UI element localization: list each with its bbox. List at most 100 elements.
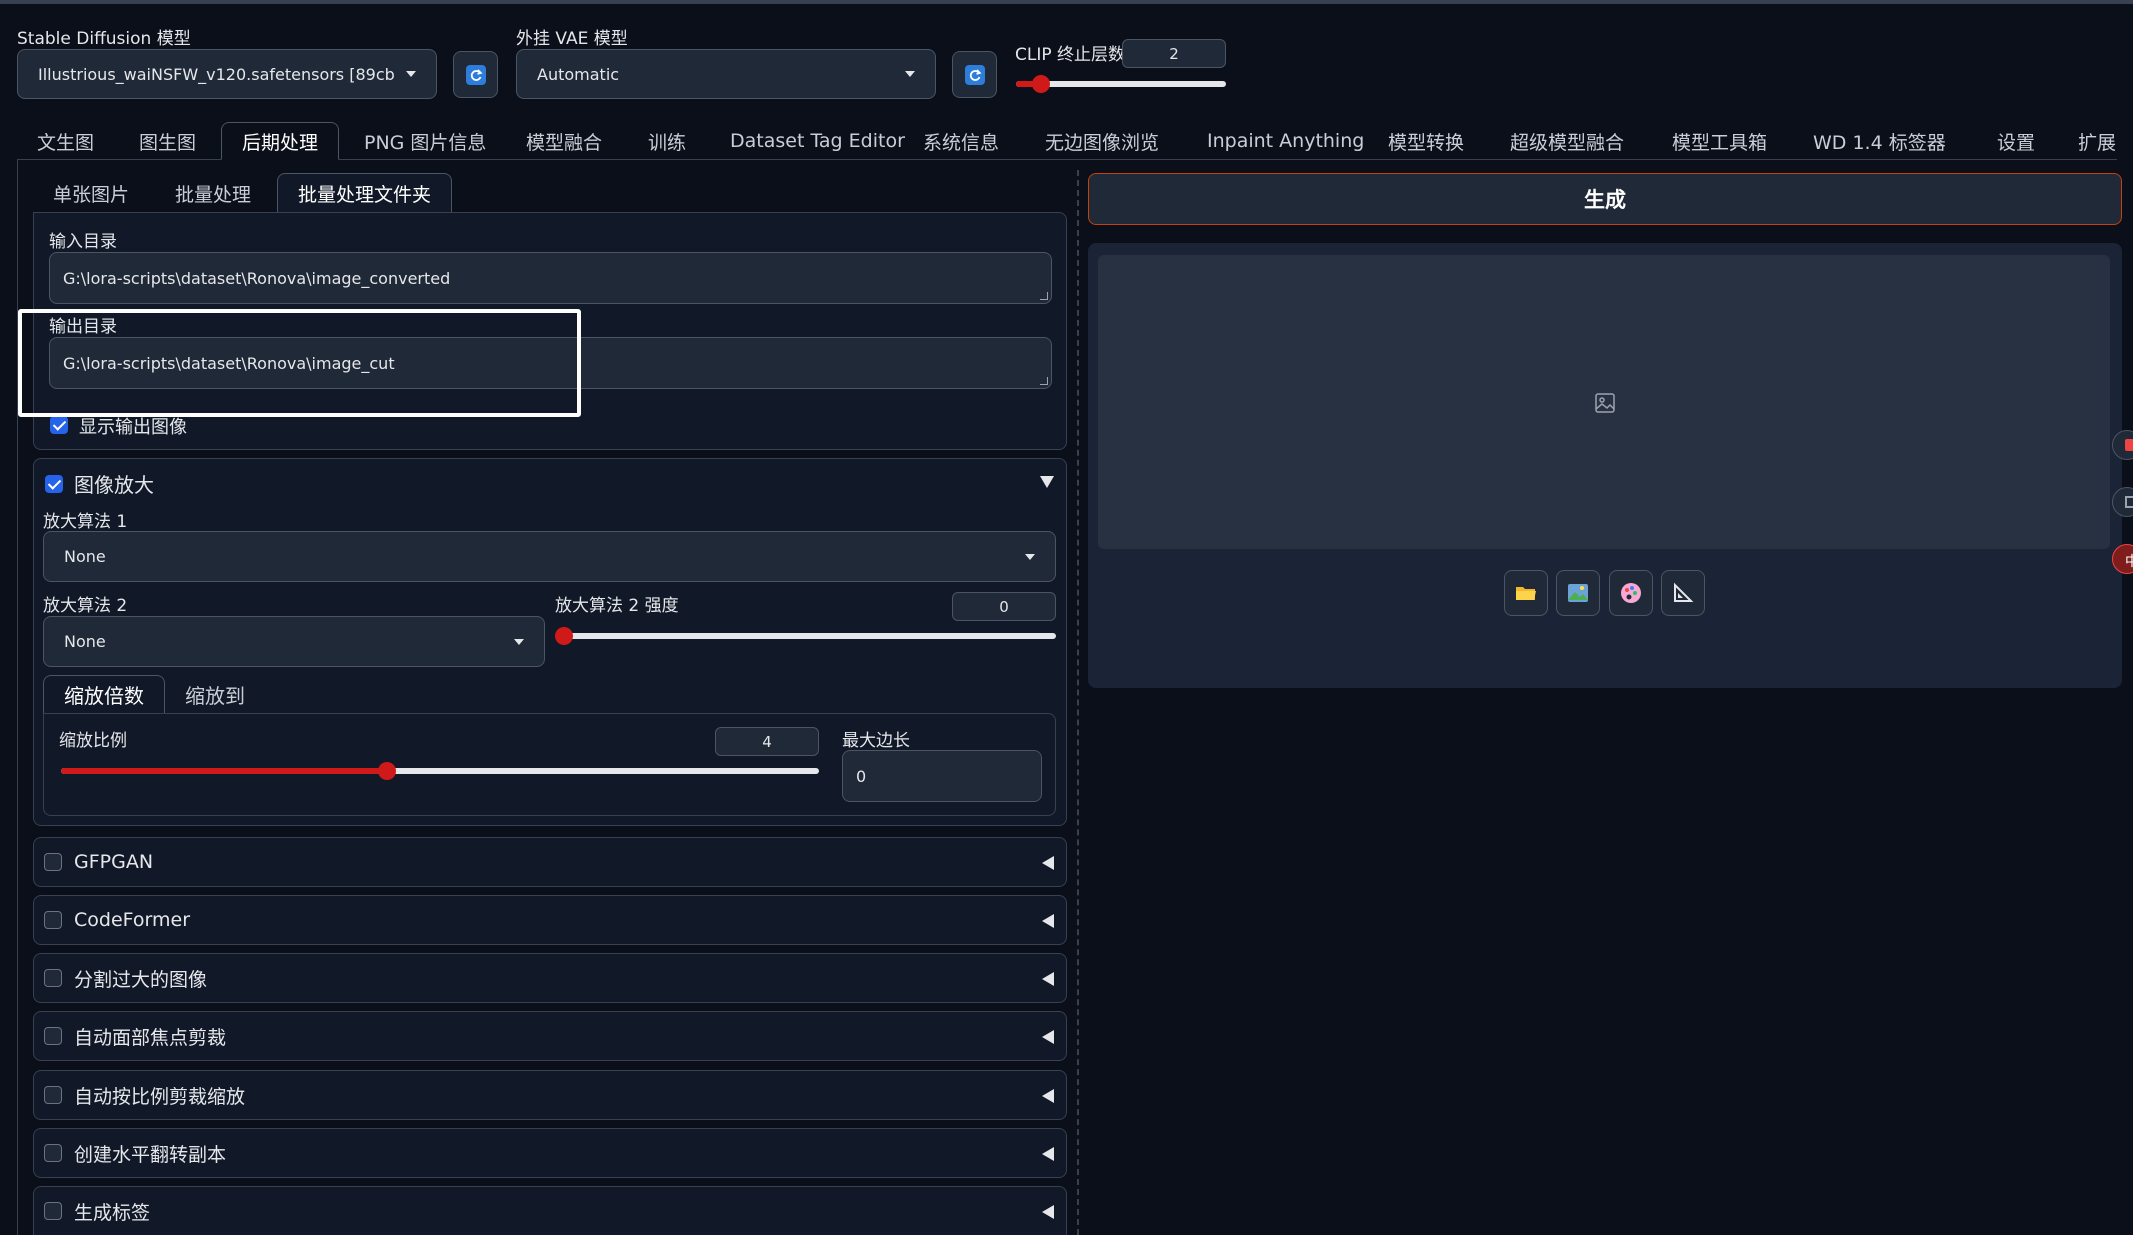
picture-icon bbox=[1568, 584, 1588, 602]
scale-ratio-slider[interactable] bbox=[61, 762, 819, 780]
generate-button[interactable]: 生成 bbox=[1088, 173, 2122, 225]
chinese-input-icon: 中 bbox=[2125, 554, 2133, 570]
tab-dataset-tag-editor[interactable]: Dataset Tag Editor bbox=[710, 122, 925, 160]
sd-model-refresh-button[interactable] bbox=[453, 51, 498, 98]
triangle-ruler-icon bbox=[1674, 582, 1694, 602]
tab-png-info[interactable]: PNG 图片信息 bbox=[344, 122, 506, 160]
codeformer-checkbox[interactable] bbox=[44, 911, 62, 929]
expand-triangle-icon[interactable] bbox=[1042, 1089, 1054, 1103]
subtab-batch-process[interactable]: 批量处理 bbox=[155, 173, 271, 213]
auto-size-crop-checkbox[interactable] bbox=[44, 1086, 62, 1104]
sd-model-dropdown[interactable]: Illustrious_waiNSFW_v120.safetensors [89… bbox=[17, 49, 437, 99]
accordion-auto-size-crop[interactable]: 自动按比例剪裁缩放 bbox=[33, 1070, 1067, 1120]
palette-icon bbox=[1621, 583, 1641, 603]
accordion-gfpgan[interactable]: GFPGAN bbox=[33, 837, 1067, 887]
upscaler1-dropdown[interactable]: None bbox=[43, 531, 1056, 582]
send-to-extras-button[interactable] bbox=[1661, 570, 1705, 616]
upscale-panel: 图像放大 放大算法 1 None 放大算法 2 None 放大算法 2 强度 0… bbox=[33, 458, 1067, 826]
tab-inpaint-anything[interactable]: Inpaint Anything bbox=[1187, 122, 1384, 160]
expand-triangle-icon[interactable] bbox=[1042, 1147, 1054, 1161]
accordion-split-oversized[interactable]: 分割过大的图像 bbox=[33, 953, 1067, 1003]
tab-scale-by[interactable]: 缩放倍数 bbox=[43, 675, 165, 714]
input-dir-field[interactable]: G:\lora-scripts\dataset\Ronova\image_con… bbox=[49, 252, 1052, 304]
send-to-inpaint-button[interactable] bbox=[1609, 570, 1653, 616]
output-gallery-panel bbox=[1088, 243, 2122, 688]
resize-handle-icon[interactable] bbox=[1040, 292, 1048, 300]
tab-system-info[interactable]: 系统信息 bbox=[903, 122, 1019, 160]
show-output-checkbox[interactable] bbox=[50, 416, 68, 434]
tab-wd14-tagger[interactable]: WD 1.4 标签器 bbox=[1793, 122, 1966, 160]
scale-ratio-label: 缩放比例 bbox=[59, 731, 127, 751]
max-side-label: 最大边长 bbox=[842, 731, 910, 751]
upscaler2-label: 放大算法 2 bbox=[43, 596, 128, 616]
open-folder-button[interactable] bbox=[1504, 570, 1548, 616]
auto-focal-crop-checkbox[interactable] bbox=[44, 1027, 62, 1045]
accordion-codeformer[interactable]: CodeFormer bbox=[33, 895, 1067, 945]
tab-model-toolkit[interactable]: 模型工具箱 bbox=[1652, 122, 1787, 160]
tab-super-merger[interactable]: 超级模型融合 bbox=[1490, 122, 1644, 160]
scale-ratio-thumb[interactable] bbox=[377, 762, 396, 780]
main-tab-bar: 文生图 图生图 后期处理 PNG 图片信息 模型融合 训练 Dataset Ta… bbox=[17, 122, 2117, 160]
tab-checkpoint-merger[interactable]: 模型融合 bbox=[506, 122, 622, 160]
clip-skip-slider-thumb[interactable] bbox=[1032, 75, 1051, 93]
accordion-auto-size-crop-title: 自动按比例剪裁缩放 bbox=[74, 1085, 246, 1108]
clip-skip-label: CLIP 终止层数 bbox=[1015, 45, 1126, 65]
upscaler2-dropdown[interactable]: None bbox=[43, 616, 545, 667]
tab-model-converter[interactable]: 模型转换 bbox=[1368, 122, 1484, 160]
input-dir-label: 输入目录 bbox=[49, 232, 117, 252]
send-to-img2img-button[interactable] bbox=[1556, 570, 1600, 616]
accordion-split-oversized-title: 分割过大的图像 bbox=[74, 968, 208, 991]
chevron-down-icon bbox=[514, 638, 524, 645]
upscaler1-value: None bbox=[64, 547, 106, 566]
tab-train[interactable]: 训练 bbox=[628, 122, 706, 160]
vae-dropdown[interactable]: Automatic bbox=[516, 49, 936, 99]
input-dir-value: G:\lora-scripts\dataset\Ronova\image_con… bbox=[63, 268, 451, 288]
vae-refresh-button[interactable] bbox=[952, 51, 997, 98]
tab-img2img[interactable]: 图生图 bbox=[119, 122, 216, 160]
accordion-flip-copy[interactable]: 创建水平翻转副本 bbox=[33, 1128, 1067, 1178]
vae-value: Automatic bbox=[537, 64, 620, 84]
sd-model-value: Illustrious_waiNSFW_v120.safetensors [89… bbox=[38, 64, 394, 84]
flip-copy-checkbox[interactable] bbox=[44, 1144, 62, 1162]
split-oversized-checkbox[interactable] bbox=[44, 969, 62, 987]
expand-triangle-icon[interactable] bbox=[1042, 1030, 1054, 1044]
clip-skip-slider[interactable] bbox=[1016, 75, 1226, 93]
scale-ratio-fill bbox=[61, 768, 387, 774]
column-divider bbox=[1077, 170, 1079, 1235]
subtab-single-image[interactable]: 单张图片 bbox=[33, 173, 149, 213]
accordion-auto-focal-crop-title: 自动面部焦点剪裁 bbox=[74, 1026, 227, 1049]
grid-icon bbox=[2125, 496, 2133, 508]
tab-infinite-image-browsing[interactable]: 无边图像浏览 bbox=[1025, 122, 1179, 160]
resize-handle-icon[interactable] bbox=[1040, 377, 1048, 385]
expand-triangle-icon[interactable] bbox=[1042, 856, 1054, 870]
expand-triangle-icon[interactable] bbox=[1042, 1205, 1054, 1219]
gfpgan-checkbox[interactable] bbox=[44, 853, 62, 871]
upscaler2-strength-thumb[interactable] bbox=[555, 627, 573, 645]
clip-skip-number-input[interactable]: 2 bbox=[1122, 39, 1226, 68]
tab-scale-to[interactable]: 缩放到 bbox=[165, 675, 265, 714]
caption-checkbox[interactable] bbox=[44, 1202, 62, 1220]
tab-extras[interactable]: 后期处理 bbox=[221, 122, 340, 160]
collapse-triangle-icon[interactable] bbox=[1040, 476, 1054, 488]
vae-label: 外挂 VAE 模型 bbox=[516, 29, 628, 49]
scale-ratio-input[interactable]: 4 bbox=[715, 727, 819, 756]
gift-icon bbox=[2125, 439, 2133, 451]
tab-txt2img[interactable]: 文生图 bbox=[17, 122, 114, 160]
max-side-input[interactable]: 0 bbox=[842, 750, 1042, 802]
upscale-enable-checkbox[interactable] bbox=[45, 475, 63, 493]
upscaler2-strength-slider[interactable] bbox=[555, 627, 1056, 645]
chevron-down-icon bbox=[1025, 553, 1035, 560]
scale-by-panel: 缩放比例 4 最大边长 0 bbox=[43, 713, 1056, 816]
accordion-caption[interactable]: 生成标签 bbox=[33, 1186, 1067, 1235]
expand-triangle-icon[interactable] bbox=[1042, 972, 1054, 986]
accordion-codeformer-title: CodeFormer bbox=[74, 909, 191, 931]
upscaler1-label: 放大算法 1 bbox=[43, 512, 128, 532]
expand-triangle-icon[interactable] bbox=[1042, 914, 1054, 928]
accordion-auto-focal-crop[interactable]: 自动面部焦点剪裁 bbox=[33, 1011, 1067, 1061]
accordion-gfpgan-title: GFPGAN bbox=[74, 851, 154, 873]
upscaler2-strength-input[interactable]: 0 bbox=[952, 592, 1056, 621]
tab-extensions[interactable]: 扩展 bbox=[2058, 122, 2133, 160]
upscaler2-value: None bbox=[64, 632, 106, 651]
subtab-batch-from-directory[interactable]: 批量处理文件夹 bbox=[277, 173, 453, 213]
tab-settings[interactable]: 设置 bbox=[1977, 122, 2055, 160]
